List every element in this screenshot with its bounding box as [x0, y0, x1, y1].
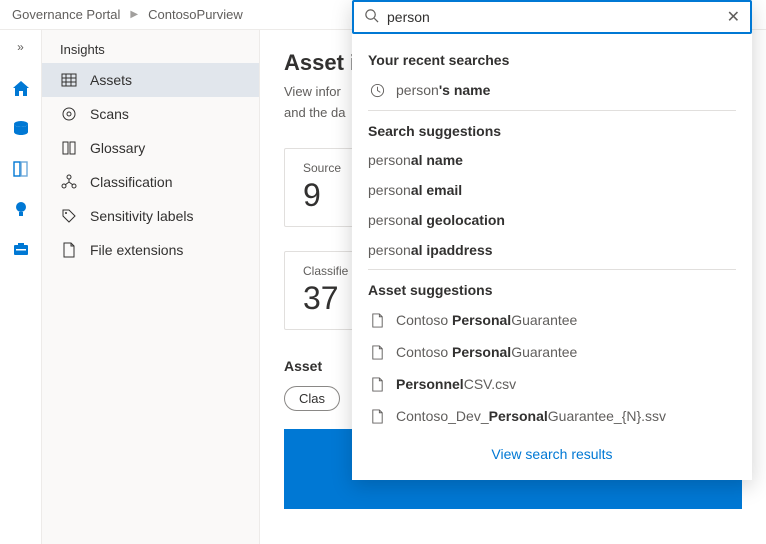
search-icon	[364, 8, 379, 26]
assets-heading: Asset suggestions	[352, 274, 752, 304]
recent-text: person's name	[396, 82, 490, 98]
search-box[interactable]: ✕	[352, 0, 752, 34]
file-icon	[368, 375, 386, 393]
sidebar-item-label: Classification	[90, 174, 172, 190]
data-source-icon[interactable]	[10, 118, 32, 140]
collapse-toggle[interactable]: »	[17, 40, 24, 54]
tag-icon	[60, 207, 78, 225]
sidebar-item-glossary[interactable]: Glossary	[42, 131, 259, 165]
sidebar-item-label: Assets	[90, 72, 132, 88]
asset-item[interactable]: Contoso_Dev_PersonalGuarantee_{N}.ssv	[352, 400, 752, 432]
management-icon[interactable]	[10, 238, 32, 260]
target-icon	[60, 105, 78, 123]
book-icon	[60, 139, 78, 157]
grid-icon	[60, 71, 78, 89]
filter-pill[interactable]: Clas	[284, 386, 340, 411]
file-icon	[368, 407, 386, 425]
suggestion-item[interactable]: personal ipaddress	[352, 235, 752, 265]
chevron-right-icon: ▶	[130, 9, 138, 20]
sidebar-item-label: Scans	[90, 106, 129, 122]
suggestion-item[interactable]: personal name	[352, 145, 752, 175]
sidebar-item-extensions[interactable]: File extensions	[42, 233, 259, 267]
search-panel: ✕ Your recent searches person's name Sea…	[352, 0, 752, 480]
sidebar-item-sensitivity[interactable]: Sensitivity labels	[42, 199, 259, 233]
hierarchy-icon	[60, 173, 78, 191]
suggestion-item[interactable]: personal email	[352, 175, 752, 205]
recent-item[interactable]: person's name	[352, 74, 752, 106]
suggestion-item[interactable]: personal geolocation	[352, 205, 752, 235]
sidebar-item-scans[interactable]: Scans	[42, 97, 259, 131]
home-icon[interactable]	[10, 78, 32, 100]
asset-item[interactable]: PersonnelCSV.csv	[352, 368, 752, 400]
sidebar-item-label: File extensions	[90, 242, 183, 258]
history-icon	[368, 81, 386, 99]
sidebar-item-classification[interactable]: Classification	[42, 165, 259, 199]
sidebar-heading: Insights	[42, 36, 259, 63]
asset-item[interactable]: Contoso PersonalGuarantee	[352, 336, 752, 368]
recent-heading: Your recent searches	[352, 44, 752, 74]
sidebar-item-label: Glossary	[90, 140, 145, 156]
search-dropdown: Your recent searches person's name Searc…	[352, 34, 752, 480]
clear-icon[interactable]: ✕	[727, 7, 740, 27]
file-icon	[368, 311, 386, 329]
file-icon	[368, 343, 386, 361]
catalog-icon[interactable]	[10, 158, 32, 180]
insights-icon[interactable]	[10, 198, 32, 220]
search-input[interactable]	[387, 9, 719, 25]
sidebar-item-label: Sensitivity labels	[90, 208, 194, 224]
sidebar: Insights Assets Scans Glossary Classific…	[42, 30, 260, 544]
asset-item[interactable]: Contoso PersonalGuarantee	[352, 304, 752, 336]
file-icon	[60, 241, 78, 259]
left-rail: »	[0, 30, 42, 544]
sidebar-item-assets[interactable]: Assets	[42, 63, 259, 97]
suggestions-heading: Search suggestions	[352, 115, 752, 145]
breadcrumb-item[interactable]: ContosoPurview	[148, 7, 243, 22]
view-all-results[interactable]: View search results	[352, 432, 752, 474]
breadcrumb-item[interactable]: Governance Portal	[12, 7, 120, 22]
